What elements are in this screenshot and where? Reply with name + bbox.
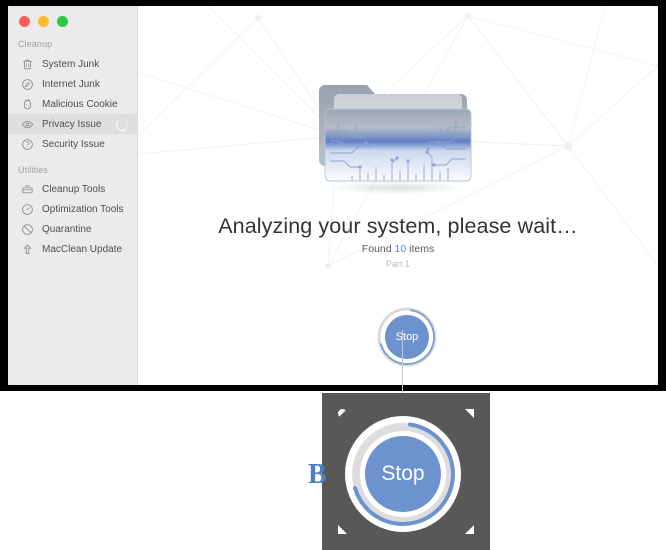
stop-button-graphic — [377, 307, 437, 367]
sidebar-item-label: Optimization Tools — [42, 203, 124, 215]
sidebar-group-label-cleanup: Cleanup — [18, 39, 53, 49]
sidebar-item-optimization-tools[interactable]: Optimization Tools — [8, 199, 137, 219]
crop-corner-bottom-right-icon — [465, 525, 474, 534]
sidebar-item-label: Security Issue — [42, 138, 105, 150]
sidebar-item-cleanup-tools[interactable]: Cleanup Tools — [8, 179, 137, 199]
sidebar-item-label: Quarantine — [42, 223, 92, 235]
found-count: 10 — [394, 243, 407, 255]
sidebar-group-label-utilities: Utilities — [18, 165, 48, 175]
found-items-status: Found 10 items — [138, 243, 658, 255]
zoom-button[interactable] — [57, 16, 68, 27]
window-frame-left — [0, 0, 8, 391]
cookie-icon — [20, 97, 34, 111]
traffic-light-buttons — [19, 16, 68, 27]
app-window: Cleanup System Junk Internet Junk Malici… — [8, 6, 658, 385]
sidebar-item-internet-junk[interactable]: Internet Junk — [8, 74, 137, 94]
sidebar-item-privacy-issue[interactable]: Privacy Issue — [8, 114, 137, 134]
sidebar-item-system-junk[interactable]: System Junk — [8, 54, 137, 74]
eye-icon — [20, 117, 34, 131]
no-entry-icon — [20, 222, 34, 236]
main-content: Analyzing your system, please wait… Foun… — [138, 6, 658, 385]
window-frame-right — [658, 0, 666, 391]
folder-circuit-illustration — [268, 61, 528, 196]
window-frame-bottom — [0, 385, 666, 391]
stop-button-magnified-graphic — [345, 416, 461, 532]
upload-arrow-icon — [20, 242, 34, 256]
toolbox-icon — [20, 182, 34, 196]
sidebar-group-cleanup: System Junk Internet Junk Malicious Cook… — [8, 54, 137, 154]
shield-icon — [20, 137, 34, 151]
loading-spinner-icon — [116, 119, 128, 131]
sidebar-item-macclean-update[interactable]: MacClean Update — [8, 239, 137, 259]
badge-glyph: B — [308, 459, 327, 490]
sidebar-item-label: Internet Junk — [42, 78, 100, 90]
sidebar-item-label: MacClean Update — [42, 243, 123, 255]
sidebar-item-quarantine[interactable]: Quarantine — [8, 219, 137, 239]
sidebar-item-label: System Junk — [42, 58, 100, 70]
crop-corner-top-right-icon — [465, 409, 474, 418]
sidebar-item-label: Privacy Issue — [42, 118, 102, 130]
sidebar-item-label: Cleanup Tools — [42, 183, 106, 195]
sidebar-item-security-issue[interactable]: Security Issue — [8, 134, 137, 154]
found-suffix: items — [406, 243, 435, 255]
page-title: Analyzing your system, please wait… — [218, 214, 578, 238]
minimize-button[interactable] — [38, 16, 49, 27]
found-prefix: Found — [361, 243, 395, 255]
compass-icon — [20, 77, 34, 91]
speedometer-icon — [20, 202, 34, 216]
stop-button-magnified[interactable]: Stop — [342, 413, 464, 535]
part-label: Part 1 — [385, 259, 410, 269]
trash-icon — [20, 57, 34, 71]
sidebar-group-utilities: Cleanup Tools Optimization Tools Quarant… — [8, 179, 137, 259]
folder-shadow — [330, 181, 464, 194]
sidebar-item-malicious-cookie[interactable]: Malicious Cookie — [8, 94, 137, 114]
stop-button[interactable]: Stop — [375, 305, 439, 369]
sidebar: Cleanup System Junk Internet Junk Malici… — [8, 6, 138, 385]
folder-graphic — [319, 85, 472, 182]
close-button[interactable] — [19, 16, 30, 27]
sidebar-item-label: Malicious Cookie — [42, 98, 118, 110]
